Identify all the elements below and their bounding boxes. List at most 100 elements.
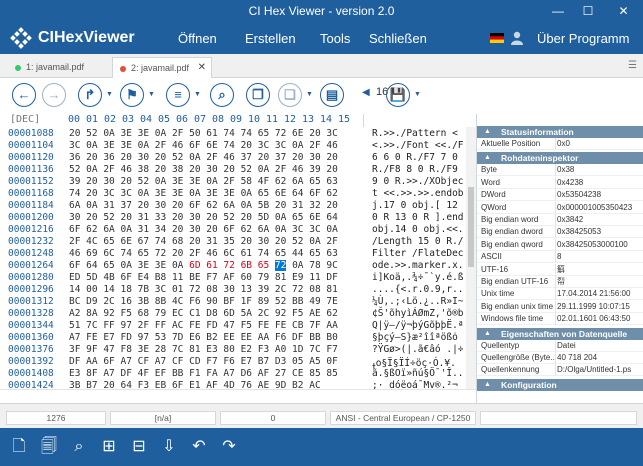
row-hex-bytes[interactable]: 20 52 0A 3E 3E 0A 2F 50 61 74 74 65 72 6… xyxy=(69,128,338,139)
redo-bottom-icon[interactable]: ↷ xyxy=(218,436,240,458)
row-hex-bytes[interactable]: 3F 9F 47 F8 3E 28 7C 81 E3 80 E2 F3 A0 1… xyxy=(69,344,338,355)
row-hex-bytes[interactable]: E3 8F A7 DF 4F EF BB F1 FA A7 D6 AF 27 C… xyxy=(69,368,338,379)
export-icon[interactable]: ⇩ xyxy=(158,436,180,458)
menu-tools[interactable]: Tools xyxy=(320,31,350,46)
property-row[interactable]: Windows file time 02.01.1601 06:43:50 xyxy=(477,313,643,326)
paste-icon[interactable]: ❏ xyxy=(278,83,302,107)
pages-icon[interactable]: ▤ xyxy=(320,83,344,107)
panel-section-header[interactable]: ▲ Eigenschaften von Datenquelle xyxy=(477,327,643,340)
property-row[interactable]: Big endian dword 0x38425053 xyxy=(477,226,643,239)
menu-open[interactable]: Öffnen xyxy=(178,31,217,46)
highlighted-bytes[interactable]: 6D 61 72 6B 65 xyxy=(189,260,275,271)
language-flag-icon[interactable] xyxy=(490,33,504,43)
tab-file-1[interactable]: 1: javamail.pdf xyxy=(8,57,108,78)
close-button[interactable]: ✕ xyxy=(604,0,643,22)
scroll-thumb[interactable] xyxy=(468,187,474,267)
collapse-icon[interactable]: ▲ xyxy=(484,328,491,340)
row-ascii[interactable]: Filter /FlateDec xyxy=(372,248,464,259)
panel-section-header[interactable]: ▲ Statusinformation xyxy=(477,126,643,138)
row-hex-bytes[interactable]: 6A 0A 31 37 20 30 20 6F 62 6A 0A 5B 20 3… xyxy=(69,200,338,211)
save-icon[interactable]: 💾 xyxy=(386,83,410,107)
chevron-down-icon[interactable]: ▼ xyxy=(414,91,421,98)
property-row[interactable]: Quellengröße (Byte... 40 718 204 xyxy=(477,352,643,364)
offset-mode-label[interactable]: [DEC] xyxy=(10,114,40,125)
add-page-icon[interactable]: ⊞ xyxy=(98,436,120,458)
row-ascii[interactable]: ?ŸGø>(|.ã€âó .|÷ xyxy=(372,344,464,355)
row-hex-bytes[interactable]: 36 20 36 20 30 20 52 0A 2F 46 37 20 37 2… xyxy=(69,152,338,163)
row-hex-bytes[interactable]: 74 20 3C 3C 0A 3E 3E 0A 3E 3E 0A 65 6E 6… xyxy=(69,188,338,199)
row-ascii[interactable]: ....{<.r.0.9,r.. xyxy=(372,284,464,295)
row-hex-bytes[interactable]: 52 0A 2F 46 38 20 38 20 30 20 52 0A 2F 4… xyxy=(69,164,338,175)
panel-section-header[interactable]: ▲ Rohdateninspektor xyxy=(477,152,643,165)
row-ascii[interactable]: /Length 15 0 R./ xyxy=(372,236,464,247)
tab-file-2[interactable]: 2: javamail.pdf ✕ xyxy=(112,57,212,78)
property-row[interactable]: Big endian word 0x3842 xyxy=(477,214,643,226)
row-hex-bytes[interactable]: 2F 4C 65 6E 67 74 68 20 31 35 20 30 20 5… xyxy=(69,236,338,247)
property-row[interactable]: ASCII 8 xyxy=(477,251,643,264)
minimize-button[interactable]: — xyxy=(543,0,573,22)
row-hex-bytes[interactable]: A7 FE E7 FD 97 53 7D E6 B2 EE EE AA F6 D… xyxy=(69,332,338,343)
row-hex-bytes[interactable]: 6F 64 65 0A 3E 3E 0A 6D 61 72 6B 65 72 0… xyxy=(69,260,338,271)
row-ascii[interactable]: 0 R 13 0 R ].end xyxy=(372,212,464,223)
row-hex-bytes[interactable]: 30 20 52 20 31 33 20 30 20 52 20 5D 0A 6… xyxy=(69,212,338,223)
forward-icon[interactable]: → xyxy=(42,83,66,107)
row-ascii[interactable]: ¼Ù,.;‹Lö.¿..R»I~ xyxy=(372,296,464,307)
property-row[interactable]: Word 0x4238 xyxy=(477,176,643,189)
row-ascii[interactable]: <.>>./Font <<./F xyxy=(372,140,464,151)
row-hex-bytes[interactable]: 3C 0A 3E 3E 0A 2F 46 6F 6E 74 20 3C 3C 0… xyxy=(69,140,338,151)
chevron-down-icon[interactable]: ▼ xyxy=(106,91,113,98)
row-ascii[interactable]: j.17 0 obj.[ 12 xyxy=(372,200,458,211)
open-files-icon[interactable]: 🗐 xyxy=(38,436,60,458)
insert-icon[interactable]: ⊟ xyxy=(128,436,150,458)
row-hex-bytes[interactable]: 51 7C FF 97 2F FF AC FE FD 47 F5 FE FE C… xyxy=(69,320,338,331)
property-row[interactable]: QWord 0x000001005350423 xyxy=(477,201,643,214)
collapse-icon[interactable]: ▲ xyxy=(484,126,491,138)
undo-icon[interactable]: ↶ xyxy=(188,436,210,458)
open-file-icon[interactable]: 🗋 xyxy=(8,436,30,458)
vertical-scrollbar[interactable] xyxy=(466,127,476,389)
horizontal-scrollbar[interactable] xyxy=(0,389,476,403)
hex-view[interactable]: 00001088 20 52 0A 3E 3E 0A 2F 50 61 74 74… xyxy=(0,127,476,391)
chevron-down-icon[interactable]: ▼ xyxy=(306,91,313,98)
property-row[interactable]: DWord 0x53504238 xyxy=(477,189,643,202)
collapse-icon[interactable]: ▲ xyxy=(484,379,491,391)
menu-create[interactable]: Erstellen xyxy=(245,31,296,46)
property-row[interactable]: Big endian unix time 29.11.1999 10:07:15 xyxy=(477,300,643,313)
hex-bytes[interactable]: 0A 78 9C xyxy=(286,260,338,271)
row-hex-bytes[interactable]: DF AA 6F A7 CF A7 CF CD F7 F6 E7 B7 D3 0… xyxy=(69,356,338,367)
selected-byte[interactable]: 72 xyxy=(274,260,287,271)
hex-bytes[interactable]: 6F 64 65 0A 3E 3E 0A xyxy=(69,260,189,271)
decrease-width-icon[interactable]: ◀ xyxy=(362,87,370,98)
row-ascii[interactable]: t <<.>>.>>.endob xyxy=(372,188,464,199)
row-ascii[interactable]: 6 6 0 R./F7 7 0 xyxy=(372,152,458,163)
maximize-button[interactable]: ☐ xyxy=(573,0,603,22)
bookmark-icon[interactable]: ⚑ xyxy=(120,83,144,107)
chevron-down-icon[interactable]: ▼ xyxy=(148,91,155,98)
row-ascii[interactable]: i]Koä,.¾÷¯`y.é.ß xyxy=(372,272,464,283)
row-ascii[interactable]: obj.14 0 obj.<<. xyxy=(372,224,464,235)
back-icon[interactable]: ← xyxy=(12,83,36,107)
menu-close[interactable]: Schließen xyxy=(369,31,427,46)
row-ascii[interactable]: §þçý—S}æ²îîªößȯ xyxy=(372,332,458,343)
search-replace-icon[interactable]: ⌕ xyxy=(68,436,90,458)
list-icon[interactable]: ≡ xyxy=(166,83,190,107)
chevron-down-icon[interactable]: ▼ xyxy=(194,91,201,98)
row-hex-bytes[interactable]: BC D9 2C 16 3B 8B 4C F6 90 BF 1F 89 52 B… xyxy=(69,296,338,307)
row-ascii[interactable]: ã.§ßOï»ñú§Ö¯'Î.. xyxy=(372,368,464,379)
row-hex-bytes[interactable]: 39 20 30 20 52 0A 3E 3E 0A 2F 58 4F 62 6… xyxy=(69,176,338,187)
property-row[interactable]: Aktuelle Position 0x0 xyxy=(477,138,643,150)
property-row[interactable]: Byte 0x38 xyxy=(477,164,643,177)
property-row[interactable]: Quellenkennung D:/Olga/Untitled-1.ps xyxy=(477,364,643,377)
row-hex-bytes[interactable]: 6F 62 6A 0A 31 34 20 30 20 6F 62 6A 0A 3… xyxy=(69,224,338,235)
panel-section-header[interactable]: ▲ Konfiguration xyxy=(477,378,643,391)
property-row[interactable]: Unix time 17.04.2014 21:56:00 xyxy=(477,288,643,301)
property-row[interactable]: Quellentyp Datei xyxy=(477,339,643,352)
row-ascii[interactable]: ¢Š'õhyìÁØmZ,'õ®b xyxy=(372,308,464,319)
tab-list-icon[interactable]: ☰ xyxy=(628,60,637,71)
row-hex-bytes[interactable]: A2 8A 92 F5 68 79 EC C1 D8 6D 5A 2C 92 F… xyxy=(69,308,338,319)
row-ascii[interactable]: 9 0 R.>>./XObjec xyxy=(372,176,464,187)
copy-icon[interactable]: ❐ xyxy=(246,83,270,107)
redo-icon[interactable]: ↱ xyxy=(78,83,102,107)
property-row[interactable]: Big endian qword 0x38425053000100 xyxy=(477,238,643,251)
property-row[interactable]: UTF-16 䈸 xyxy=(477,263,643,276)
